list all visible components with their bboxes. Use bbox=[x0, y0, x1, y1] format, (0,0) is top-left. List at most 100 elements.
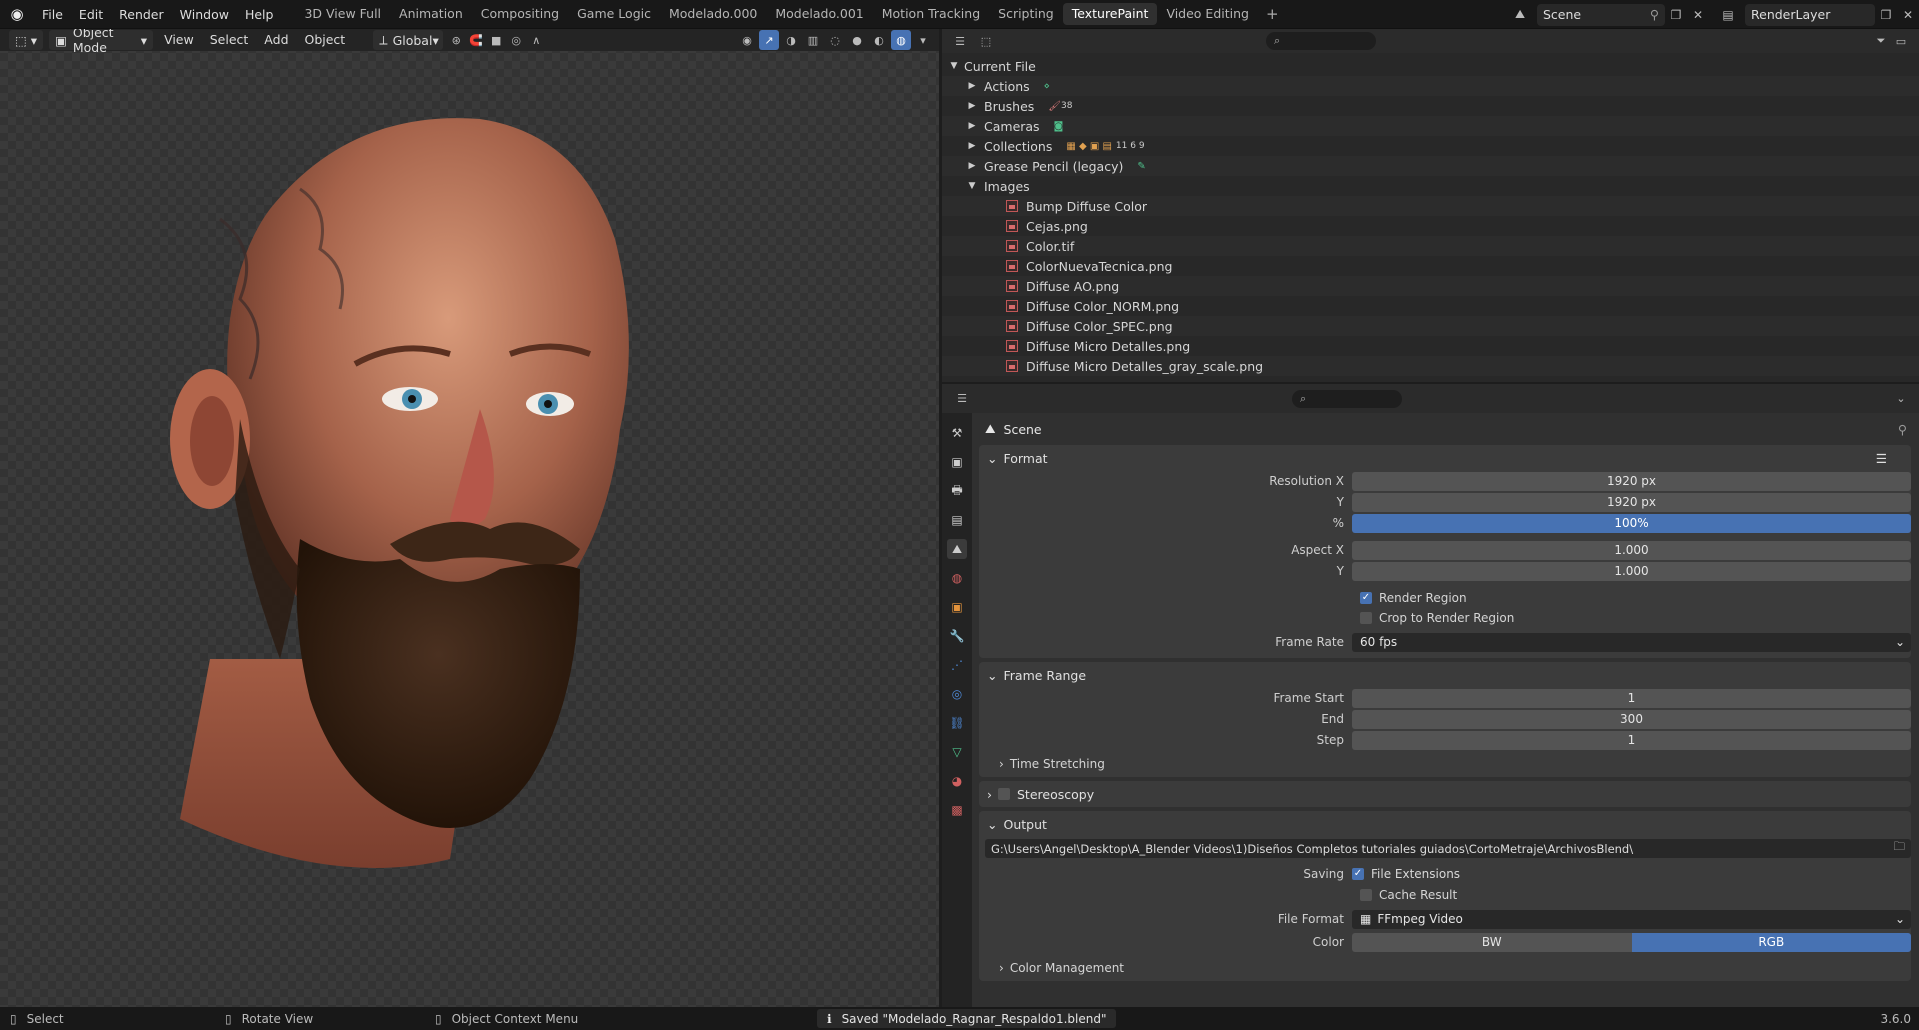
resolution-y-field[interactable]: 1920 px bbox=[1352, 492, 1911, 512]
particles-tab-icon[interactable]: ⋰ bbox=[947, 655, 967, 675]
object-tab-icon[interactable]: ▣ bbox=[947, 597, 967, 617]
time-stretching-subpanel[interactable]: › Time Stretching bbox=[979, 751, 1911, 777]
folder-icon[interactable]: 🗀 bbox=[1894, 839, 1906, 858]
delete-view-layer-icon[interactable]: ✕ bbox=[1897, 4, 1919, 26]
outliner-editor-type-icon[interactable]: ☰ bbox=[950, 31, 970, 51]
color-bw-button[interactable]: BW bbox=[1352, 932, 1632, 952]
rendered-shading-icon[interactable]: ◍ bbox=[891, 30, 911, 50]
expand-arrow-icon[interactable]: ▶ bbox=[966, 141, 978, 151]
menu-add[interactable]: Add bbox=[256, 29, 296, 51]
tab-scripting[interactable]: Scripting bbox=[989, 3, 1063, 25]
tab-compositing[interactable]: Compositing bbox=[472, 3, 568, 25]
filter-icon[interactable]: ⏷ bbox=[1871, 31, 1891, 51]
frame-step-field[interactable]: 1 bbox=[1352, 730, 1911, 750]
modifier-tab-icon[interactable]: 🔧 bbox=[947, 626, 967, 646]
tab-modelado-001[interactable]: Modelado.001 bbox=[766, 3, 872, 25]
stereoscopy-checkbox[interactable] bbox=[998, 788, 1010, 800]
editor-type-icon[interactable]: ⬚ ▾ bbox=[9, 30, 44, 50]
properties-editor-type-icon[interactable]: ☰ bbox=[952, 389, 972, 409]
cache-result-checkbox[interactable]: Cache Result bbox=[979, 885, 1911, 905]
output-path-field[interactable]: G:\Users\Angel\Desktop\A_Blender Videos\… bbox=[985, 839, 1911, 858]
list-item[interactable]: Diffuse Micro Detalles_gray_scale.png bbox=[942, 356, 1919, 376]
properties-search-input[interactable]: ⌕ bbox=[1292, 389, 1402, 408]
transform-orientation-dropdown[interactable]: ⟂ Global ▾ bbox=[373, 30, 444, 50]
format-panel-header[interactable]: ⌄ Format ☰ bbox=[979, 445, 1911, 471]
color-management-subpanel[interactable]: › Color Management bbox=[979, 955, 1911, 981]
view-layer-icon[interactable]: ▤ bbox=[1717, 4, 1739, 26]
pivot-icon[interactable]: ⊛ bbox=[446, 30, 466, 50]
tab-animation[interactable]: Animation bbox=[390, 3, 472, 25]
new-scene-icon[interactable]: ❐ bbox=[1665, 4, 1687, 26]
crop-region-checkbox[interactable]: Crop to Render Region bbox=[979, 608, 1911, 628]
display-mode-icon[interactable]: ⬚ bbox=[976, 31, 996, 51]
resolution-percent-slider[interactable]: 100% bbox=[1352, 513, 1911, 533]
wireframe-shading-icon[interactable]: ◌ bbox=[825, 30, 845, 50]
tab-motion-tracking[interactable]: Motion Tracking bbox=[873, 3, 989, 25]
output-tab-icon[interactable]: 🖶 bbox=[947, 481, 967, 501]
texture-tab-icon[interactable]: ▩ bbox=[947, 800, 967, 820]
physics-tab-icon[interactable]: ◎ bbox=[947, 684, 967, 704]
blender-logo-icon[interactable]: ◉ bbox=[0, 0, 34, 29]
file-extensions-checkbox[interactable]: ✓ File Extensions bbox=[1352, 867, 1460, 881]
frame-range-panel-header[interactable]: ⌄ Frame Range bbox=[979, 662, 1911, 688]
view-layer-tab-icon[interactable]: ▤ bbox=[947, 510, 967, 530]
tab-game-logic[interactable]: Game Logic bbox=[568, 3, 660, 25]
tree-row-actions[interactable]: ▶ Actions ⋄ bbox=[942, 76, 1919, 96]
aspect-y-field[interactable]: 1.000 bbox=[1352, 561, 1911, 581]
scene-icon[interactable]: ⛰ bbox=[1509, 4, 1531, 26]
list-item[interactable]: Cejas.png bbox=[942, 216, 1919, 236]
frame-end-field[interactable]: 300 bbox=[1352, 709, 1911, 729]
frame-start-field[interactable]: 1 bbox=[1352, 688, 1911, 708]
output-panel-header[interactable]: ⌄ Output bbox=[979, 811, 1911, 837]
outliner-search-input[interactable]: ⌕ bbox=[1266, 32, 1376, 50]
list-item[interactable]: ColorNuevaTecnica.png bbox=[942, 256, 1919, 276]
menu-help[interactable]: Help bbox=[237, 0, 282, 29]
menu-window[interactable]: Window bbox=[172, 0, 237, 29]
list-item[interactable]: Diffuse AO.png bbox=[942, 276, 1919, 296]
shading-options-icon[interactable]: ▾ bbox=[913, 30, 933, 50]
falloff-icon[interactable]: ∧ bbox=[526, 30, 546, 50]
list-item[interactable]: Bump Diffuse Color bbox=[942, 196, 1919, 216]
xray-icon[interactable]: ▥ bbox=[803, 30, 823, 50]
proportional-edit-icon[interactable]: ◎ bbox=[506, 30, 526, 50]
gizmo-icon[interactable]: ↗ bbox=[759, 30, 779, 50]
file-format-dropdown[interactable]: ▦ FFmpeg Video ⌄ bbox=[1352, 909, 1911, 929]
list-item[interactable]: Diffuse Micro Detalles.png bbox=[942, 336, 1919, 356]
tree-row-collections[interactable]: ▶ Collections ▦ ◆ ▣ ▤ 11 6 9 bbox=[942, 136, 1919, 156]
expand-arrow-icon[interactable]: ▼ bbox=[966, 181, 978, 191]
tab-modelado-000[interactable]: Modelado.000 bbox=[660, 3, 766, 25]
tab-3d-view-full[interactable]: 3D View Full bbox=[295, 3, 390, 25]
menu-edit[interactable]: Edit bbox=[71, 0, 111, 29]
expand-arrow-icon[interactable]: ▶ bbox=[966, 81, 978, 91]
tree-row-cameras[interactable]: ▶ Cameras ◙ bbox=[942, 116, 1919, 136]
list-item[interactable]: Color.tif bbox=[942, 236, 1919, 256]
menu-render[interactable]: Render bbox=[111, 0, 172, 29]
color-rgb-button[interactable]: RGB bbox=[1631, 932, 1911, 952]
data-tab-icon[interactable]: ▽ bbox=[947, 742, 967, 762]
tab-texturepaint[interactable]: TexturePaint bbox=[1062, 3, 1158, 25]
solid-shading-icon[interactable]: ● bbox=[847, 30, 867, 50]
aspect-x-field[interactable]: 1.000 bbox=[1352, 540, 1911, 560]
visibility-icon[interactable]: ◉ bbox=[737, 30, 757, 50]
snap-icon[interactable]: 🧲 bbox=[466, 30, 486, 50]
list-item[interactable]: Diffuse Color_NORM.png bbox=[942, 296, 1919, 316]
render-region-checkbox[interactable]: ✓ Render Region bbox=[979, 588, 1911, 608]
expand-arrow-icon[interactable]: ▶ bbox=[966, 161, 978, 171]
new-collection-icon[interactable]: ▭ bbox=[1891, 31, 1911, 51]
material-shading-icon[interactable]: ◐ bbox=[869, 30, 889, 50]
snap-target-icon[interactable]: ■ bbox=[486, 30, 506, 50]
stereoscopy-panel[interactable]: › Stereoscopy bbox=[979, 781, 1911, 807]
tree-row-grease-pencil[interactable]: ▶ Grease Pencil (legacy) ✎ bbox=[942, 156, 1919, 176]
view-layer-field[interactable]: RenderLayer bbox=[1745, 3, 1875, 26]
render-tab-icon[interactable]: ▣ bbox=[947, 452, 967, 472]
mode-dropdown[interactable]: ▣ Object Mode ▾ bbox=[49, 29, 154, 55]
3d-viewport[interactable]: ⬚ ▾ ▣ Object Mode ▾ View Select Add Obje… bbox=[0, 29, 939, 1007]
menu-file[interactable]: File bbox=[34, 0, 71, 29]
options-dropdown-icon[interactable]: ⌄ bbox=[1891, 389, 1911, 409]
frame-rate-dropdown[interactable]: 60 fps ⌄ bbox=[1352, 632, 1911, 652]
world-tab-icon[interactable]: ◍ bbox=[947, 568, 967, 588]
overlays-icon[interactable]: ◑ bbox=[781, 30, 801, 50]
list-item[interactable]: Diffuse Color_SPEC.png bbox=[942, 316, 1919, 336]
scene-field[interactable]: Scene ⚲ bbox=[1537, 3, 1665, 26]
tree-row-brushes[interactable]: ▶ Brushes 🖌 38 bbox=[942, 96, 1919, 116]
